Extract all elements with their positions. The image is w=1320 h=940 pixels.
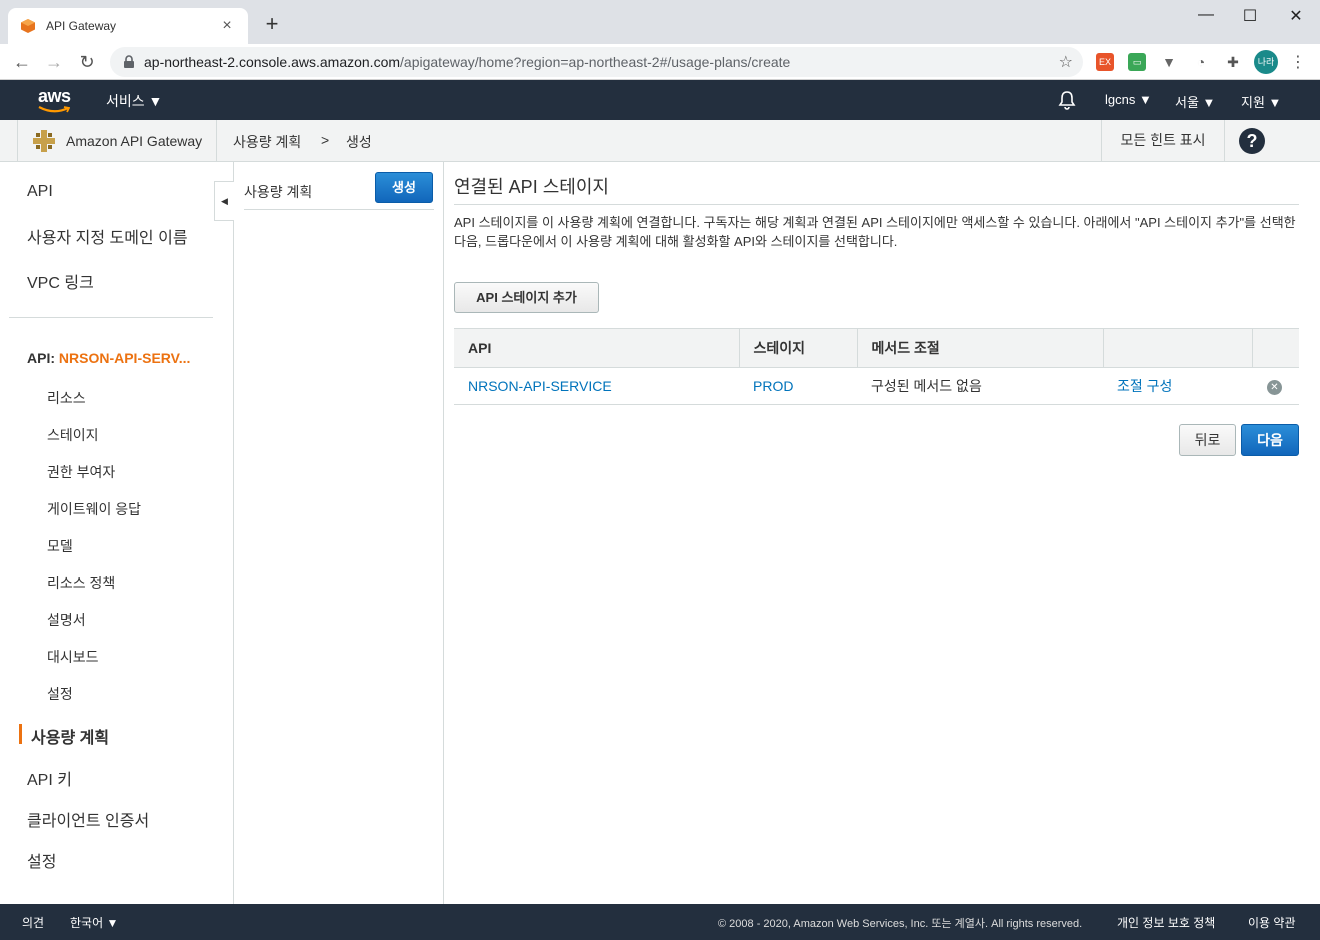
browser-menu-icon[interactable]: ⋮ [1290, 52, 1306, 72]
breadcrumb-bar: Amazon API Gateway 사용량 계획 > 생성 모든 힌트 표시 … [0, 120, 1320, 162]
show-all-hints-button[interactable]: 모든 힌트 표시 [1101, 120, 1225, 162]
sidebar-item-resources[interactable]: 리소스 [47, 388, 86, 408]
extension-mouse-icon[interactable]: ◔ [1192, 53, 1210, 71]
api-name: NRSON-API-SERV... [58, 350, 191, 366]
active-indicator [19, 724, 22, 744]
sidebar-item-api-settings[interactable]: 설정 [47, 684, 73, 704]
notification-bell-icon[interactable] [1058, 90, 1076, 110]
column-header-stage: 스테이지 [738, 328, 857, 368]
page-description: API 스테이지를 이 사용량 계획에 연결합니다. 구독자는 해당 계획과 연… [454, 215, 1296, 249]
panel-title: 사용량 계획 [244, 184, 313, 200]
feedback-link[interactable]: 의견 [22, 914, 44, 931]
privacy-policy-link[interactable]: 개인 정보 보호 정책 [1117, 914, 1215, 931]
extension-v-icon[interactable]: ▼ [1160, 53, 1178, 71]
sidebar-item-resource-policy[interactable]: 리소스 정책 [47, 573, 115, 593]
add-api-stage-button[interactable]: API 스테이지 추가 [454, 282, 599, 313]
breadcrumb-create: 생성 [346, 134, 372, 150]
row-api-link[interactable]: NRSON-API-SERVICE [454, 367, 739, 405]
sidebar-item-usage-plans[interactable]: 사용량 계획 [31, 724, 109, 748]
terms-link[interactable]: 이용 약관 [1248, 914, 1296, 931]
api-gateway-logo-icon [33, 130, 55, 152]
column-header-api: API [454, 328, 739, 368]
close-window-button[interactable]: ✕ [1281, 6, 1311, 26]
sidebar-item-vpc-links[interactable]: VPC 링크 [27, 269, 94, 293]
extension-icon[interactable]: EX [1096, 53, 1114, 71]
collapse-sidebar-icon[interactable]: ◀ [214, 181, 234, 221]
column-header-remove [1251, 328, 1299, 368]
column-header-method-throttle: 메서드 조절 [856, 328, 1103, 368]
extensions-puzzle-icon[interactable]: ✚ [1224, 53, 1242, 71]
url-path: /apigateway/home?region=ap-northeast-2#/… [400, 54, 791, 70]
column-header-configure [1102, 328, 1252, 368]
configure-throttle-link[interactable]: 조절 구성 [1103, 367, 1252, 405]
left-sidebar: API 사용자 지정 도메인 이름 VPC 링크 API: NRSON-API-… [0, 162, 234, 904]
sidebar-item-authorizers[interactable]: 권한 부여자 [47, 462, 115, 482]
profile-avatar[interactable]: 나라 [1254, 50, 1278, 74]
sidebar-divider [9, 317, 213, 318]
lock-icon [124, 55, 134, 68]
browser-tab[interactable]: API Gateway × [8, 8, 248, 44]
url-host: ap-northeast-2.console.aws.amazon.com [144, 54, 401, 70]
services-menu[interactable]: 서비스 ▼ [106, 91, 162, 111]
sidebar-item-documentation[interactable]: 설명서 [47, 610, 86, 630]
account-menu[interactable]: lgcns ▼ [1105, 92, 1152, 107]
aws-top-nav: aws 서비스 ▼ lgcns ▼ 서울 ▼ 지원 ▼ [0, 80, 1320, 120]
usage-plans-panel: 사용량 계획 생성 [234, 162, 444, 904]
copyright-text: © 2008 - 2020, Amazon Web Services, Inc.… [718, 918, 1083, 930]
panel-divider [244, 209, 434, 210]
sidebar-item-client-certificates[interactable]: 클라이언트 인증서 [27, 807, 149, 831]
forward-arrow-icon[interactable]: → [42, 50, 66, 74]
help-icon[interactable]: ? [1239, 128, 1265, 154]
sidebar-item-stages[interactable]: 스테이지 [47, 425, 99, 445]
region-menu[interactable]: 서울 ▼ [1175, 92, 1215, 111]
sidebar-item-gateway-responses[interactable]: 게이트웨이 응답 [47, 499, 141, 519]
sidebar-api-label[interactable]: API: NRSON-API-SERV... [27, 350, 190, 366]
sidebar-item-dashboard[interactable]: 대시보드 [47, 647, 99, 667]
sidebar-item-settings[interactable]: 설정 [27, 848, 56, 872]
main-content: 연결된 API 스테이지 API 스테이지를 이 사용량 계획에 연결합니다. … [444, 162, 1320, 904]
address-bar[interactable]: ap-northeast-2.console.aws.amazon.com/ap… [110, 47, 1083, 77]
reload-icon[interactable]: ↻ [75, 50, 99, 74]
page-title: 연결된 API 스테이지 [454, 177, 609, 197]
api-stages-table: API 스테이지 메서드 조절 NRSON-API-SERVICE PROD 구… [454, 328, 1299, 405]
new-tab-button[interactable]: + [262, 13, 282, 35]
remove-stage-icon[interactable]: ✕ [1267, 380, 1282, 395]
bookmark-star-icon[interactable]: ☆ [1059, 52, 1073, 72]
aws-logo[interactable]: aws [38, 86, 71, 113]
service-name: Amazon API Gateway [66, 133, 203, 149]
tab-close-icon[interactable]: × [218, 17, 236, 35]
language-selector[interactable]: 한국어 ▼ [70, 914, 118, 931]
row-remove-cell: ✕ [1252, 367, 1299, 405]
maximize-button[interactable]: ☐ [1235, 6, 1265, 26]
back-button[interactable]: 뒤로 [1179, 424, 1236, 456]
breadcrumb-separator: > [321, 132, 330, 148]
api-prefix: API: [27, 350, 59, 366]
back-arrow-icon[interactable]: ← [10, 50, 34, 74]
sidebar-item-apis[interactable]: API [27, 183, 53, 201]
extension-screen-icon[interactable]: ▭ [1128, 53, 1146, 71]
aws-logo-text: aws [38, 86, 71, 106]
sidebar-item-custom-domain[interactable]: 사용자 지정 도메인 이름 [27, 224, 188, 248]
breadcrumb-usage-plans[interactable]: 사용량 계획 [233, 132, 301, 152]
table-row: NRSON-API-SERVICE PROD 구성된 메서드 없음 조절 구성 … [454, 367, 1299, 405]
sidebar-item-api-keys[interactable]: API 키 [27, 766, 72, 790]
api-gateway-favicon-icon [21, 19, 35, 33]
minimize-button[interactable]: — [1191, 6, 1221, 26]
sidebar-item-models[interactable]: 모델 [47, 536, 73, 556]
service-home-link[interactable]: Amazon API Gateway [17, 120, 217, 162]
heading-divider [454, 204, 1299, 205]
next-button[interactable]: 다음 [1241, 424, 1299, 456]
tab-title: API Gateway [46, 19, 117, 33]
aws-smile-icon [38, 106, 70, 113]
support-menu[interactable]: 지원 ▼ [1241, 92, 1281, 111]
create-button[interactable]: 생성 [375, 172, 433, 203]
browser-toolbar: ← → ↻ ap-northeast-2.console.aws.amazon.… [0, 44, 1320, 80]
row-method-throttle: 구성된 메서드 없음 [857, 367, 1103, 405]
browser-tabstrip: API Gateway × + — ☐ ✕ [0, 0, 1320, 44]
table-header-row: API 스테이지 메서드 조절 [454, 328, 1299, 368]
console-footer: 의견 한국어 ▼ © 2008 - 2020, Amazon Web Servi… [0, 904, 1320, 940]
row-stage-link[interactable]: PROD [739, 367, 857, 405]
